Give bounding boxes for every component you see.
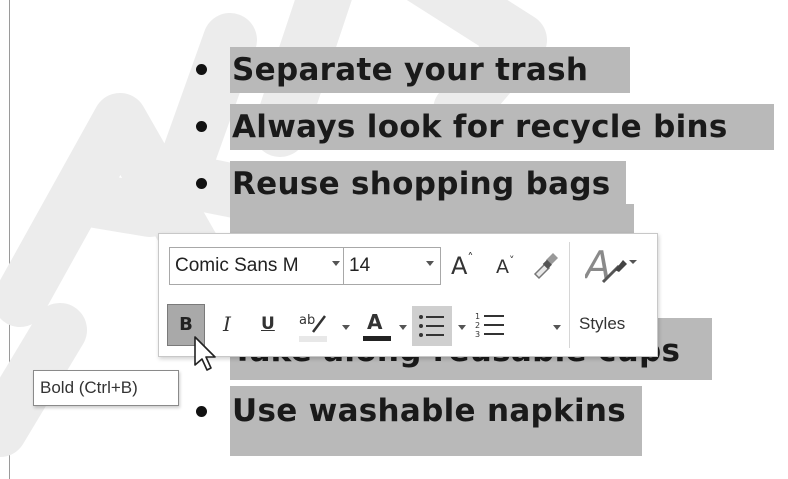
bullet-icon bbox=[196, 406, 207, 417]
mini-toolbar[interactable]: Comic Sans M 14 A˄ A˅ A Styles B I U ab … bbox=[158, 233, 658, 357]
chevron-down-icon[interactable] bbox=[553, 325, 561, 330]
list-item-text: Use washable napkins bbox=[232, 393, 627, 429]
italic-label: I bbox=[223, 312, 231, 336]
svg-text:3: 3 bbox=[475, 330, 480, 339]
list-item-text: Always look for recycle bins bbox=[232, 109, 728, 145]
numbering-icon[interactable]: 1 2 3 bbox=[471, 308, 511, 344]
bullet-icon bbox=[196, 178, 207, 189]
grow-font-icon: A bbox=[451, 252, 468, 280]
bullet-icon bbox=[196, 64, 207, 75]
chevron-down-icon[interactable] bbox=[399, 325, 407, 330]
styles-icon[interactable]: A bbox=[585, 242, 637, 288]
mouse-pointer-icon bbox=[194, 336, 216, 371]
strikethrough-highlight-icon[interactable]: ab bbox=[297, 308, 339, 344]
styles-label[interactable]: Styles bbox=[579, 314, 625, 334]
svg-text:2: 2 bbox=[475, 321, 480, 330]
bold-label: B bbox=[179, 314, 193, 335]
format-painter-icon[interactable] bbox=[531, 250, 561, 280]
chevron-down-icon[interactable] bbox=[332, 261, 340, 266]
list-item-text: Separate your trash bbox=[232, 52, 589, 88]
chevron-down-icon[interactable] bbox=[458, 325, 466, 330]
font-name-combo[interactable]: Comic Sans M bbox=[169, 247, 345, 285]
shrink-font-icon: A bbox=[496, 256, 509, 278]
grow-font-button[interactable]: A˄ bbox=[451, 251, 473, 280]
list-item-text: Reuse shopping bags bbox=[232, 166, 611, 202]
svg-text:1: 1 bbox=[475, 312, 480, 321]
chevron-down-icon[interactable] bbox=[342, 325, 350, 330]
shrink-font-button[interactable]: A˅ bbox=[496, 254, 515, 278]
underline-button[interactable]: U bbox=[261, 314, 275, 334]
underline-label: U bbox=[261, 314, 275, 334]
font-name-value: Comic Sans M bbox=[175, 255, 299, 276]
bullets-icon[interactable] bbox=[412, 306, 452, 346]
italic-button[interactable]: I bbox=[223, 312, 231, 336]
toolbar-separator bbox=[569, 242, 570, 348]
font-size-combo[interactable]: 14 bbox=[343, 247, 441, 285]
svg-text:A: A bbox=[585, 243, 611, 287]
chevron-down-icon[interactable] bbox=[426, 261, 434, 266]
bullet-icon bbox=[196, 121, 207, 132]
font-color-button[interactable]: A bbox=[359, 306, 395, 346]
font-size-value: 14 bbox=[349, 255, 371, 276]
svg-text:ab: ab bbox=[299, 313, 315, 328]
tooltip-text: Bold (Ctrl+B) bbox=[40, 378, 138, 397]
font-color-icon: A bbox=[367, 310, 383, 334]
bold-tooltip: Bold (Ctrl+B) bbox=[33, 370, 179, 406]
